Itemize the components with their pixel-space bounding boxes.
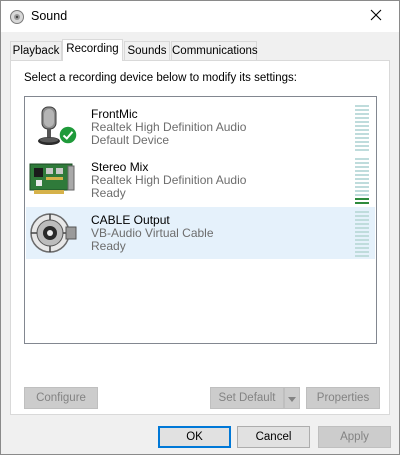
level-segment: [355, 133, 369, 135]
level-segment: [355, 190, 369, 192]
properties-button[interactable]: Properties: [306, 387, 380, 409]
apply-button[interactable]: Apply: [318, 426, 391, 448]
device-name: Stereo Mix: [91, 160, 149, 174]
level-segment: [355, 202, 369, 204]
level-segment: [355, 194, 369, 196]
sound-dialog: Sound Playback Recording Sounds Communic…: [0, 0, 400, 455]
speaker-icon: [9, 9, 25, 25]
level-segment: [355, 105, 369, 107]
recording-panel: Select a recording device below to modif…: [10, 60, 390, 415]
device-status: Ready: [91, 239, 126, 253]
tab-communications[interactable]: Communications: [171, 41, 258, 60]
level-segment: [355, 235, 369, 237]
level-meter: [355, 207, 369, 259]
level-segment: [355, 215, 369, 217]
default-check-icon: [58, 125, 78, 145]
level-segment: [355, 186, 369, 188]
level-segment: [355, 174, 369, 176]
level-meter: [355, 101, 369, 153]
level-segment: [355, 182, 369, 184]
level-segment: [355, 125, 369, 127]
window-title: Sound: [31, 9, 68, 23]
level-segment: [355, 243, 369, 245]
level-segment: [355, 158, 369, 160]
level-segment: [355, 198, 369, 200]
device-description: Realtek High Definition Audio: [91, 173, 247, 187]
level-segment: [355, 166, 369, 168]
device-description: VB-Audio Virtual Cable: [91, 226, 214, 240]
level-segment: [355, 141, 369, 143]
level-segment: [355, 129, 369, 131]
tab-playback[interactable]: Playback: [10, 41, 62, 60]
level-segment: [355, 219, 369, 221]
level-segment: [355, 223, 369, 225]
tab-recording[interactable]: Recording: [62, 39, 123, 61]
device-name: CABLE Output: [91, 213, 170, 227]
level-segment: [355, 247, 369, 249]
set-default-dropdown[interactable]: [284, 387, 300, 409]
level-segment: [355, 149, 369, 151]
level-segment: [355, 231, 369, 233]
level-segment: [355, 239, 369, 241]
device-status: Default Device: [91, 133, 170, 147]
level-segment: [355, 227, 369, 229]
cable-icon: [28, 209, 78, 257]
title-bar[interactable]: Sound: [1, 1, 399, 32]
level-segment: [355, 170, 369, 172]
tab-sounds[interactable]: Sounds: [124, 41, 170, 60]
sound-card-icon: [28, 156, 78, 204]
level-segment: [355, 117, 369, 119]
level-meter: [355, 154, 369, 206]
level-segment: [355, 255, 369, 257]
level-segment: [355, 113, 369, 115]
cancel-button[interactable]: Cancel: [237, 426, 310, 448]
close-icon: [370, 9, 382, 24]
device-item-cable-output[interactable]: CABLE Output VB-Audio Virtual Cable Read…: [26, 207, 375, 259]
close-button[interactable]: [353, 1, 399, 32]
level-segment: [355, 121, 369, 123]
level-segment: [355, 211, 369, 213]
ok-button[interactable]: OK: [158, 426, 231, 448]
device-status: Ready: [91, 186, 126, 200]
device-name: FrontMic: [91, 107, 138, 121]
device-description: Realtek High Definition Audio: [91, 120, 247, 134]
chevron-down-icon: [288, 391, 296, 405]
level-segment: [355, 251, 369, 253]
level-segment: [355, 145, 369, 147]
device-item-stereo-mix[interactable]: Stereo Mix Realtek High Definition Audio…: [26, 154, 375, 206]
instructions-text: Select a recording device below to modif…: [24, 72, 297, 84]
set-default-button[interactable]: Set Default: [210, 387, 284, 409]
level-segment: [355, 137, 369, 139]
level-segment: [355, 178, 369, 180]
level-segment: [355, 109, 369, 111]
device-list[interactable]: FrontMic Realtek High Definition Audio D…: [24, 96, 377, 344]
device-item-frontmic[interactable]: FrontMic Realtek High Definition Audio D…: [26, 101, 375, 153]
configure-button[interactable]: Configure: [24, 387, 98, 409]
level-segment: [355, 162, 369, 164]
